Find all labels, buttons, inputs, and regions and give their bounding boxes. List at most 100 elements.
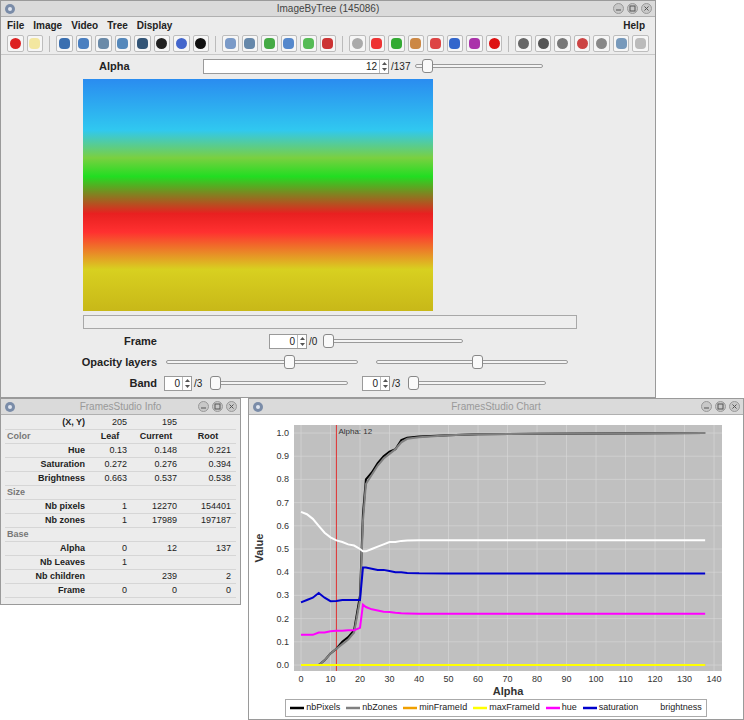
window-menu-icon[interactable]	[4, 401, 16, 413]
slider[interactable]	[166, 355, 358, 369]
toolbar-button[interactable]	[154, 35, 171, 52]
toolbar-button[interactable]	[554, 35, 571, 52]
toolbar-button[interactable]	[574, 35, 591, 52]
slider[interactable]	[415, 59, 543, 73]
spinner-field[interactable]: 0	[269, 334, 307, 349]
toolbar-button[interactable]	[535, 35, 552, 52]
title-bar[interactable]: FramesStudio Info	[1, 399, 240, 415]
toolbar-button[interactable]	[115, 35, 132, 52]
toolbar-button[interactable]	[300, 35, 317, 52]
toolbar-button[interactable]	[242, 35, 259, 52]
slider-thumb[interactable]	[422, 59, 433, 73]
spinner-arrows-icon[interactable]	[379, 60, 388, 73]
maximize-icon[interactable]	[715, 401, 726, 412]
slider-thumb[interactable]	[323, 334, 334, 348]
toolbar-button[interactable]	[515, 35, 532, 52]
slider-thumb[interactable]	[408, 376, 419, 390]
image-view[interactable]	[83, 79, 433, 311]
window-menu-icon[interactable]	[252, 401, 264, 413]
chart-legend: nbPixelsnbZonesminFrameIdmaxFrameIdhuesa…	[285, 699, 707, 717]
band-total: /3	[194, 376, 210, 391]
menu-item[interactable]: Video	[71, 18, 98, 33]
info-row: Nb children2392	[5, 570, 236, 584]
toolbar-button[interactable]	[486, 35, 503, 52]
minimize-icon[interactable]	[613, 3, 624, 14]
info-row: Nb Leaves1	[5, 556, 236, 570]
legend-item: nbZones	[346, 701, 397, 715]
toolbar-button[interactable]	[7, 35, 24, 52]
legend-item: nbPixels	[290, 701, 340, 715]
maximize-icon[interactable]	[212, 401, 223, 412]
info-row: (X, Y)205195	[5, 416, 236, 430]
spinner-arrows-icon[interactable]	[182, 377, 191, 390]
toolbar-button[interactable]	[593, 35, 610, 52]
maximize-icon[interactable]	[627, 3, 638, 14]
close-icon[interactable]	[641, 3, 652, 14]
toolbar-button[interactable]	[193, 35, 210, 52]
toolbar-button[interactable]	[632, 35, 649, 52]
toolbar-button[interactable]	[447, 35, 464, 52]
toolbar-button[interactable]	[56, 35, 73, 52]
series-line	[301, 568, 705, 603]
help-menu[interactable]: Help	[623, 18, 645, 33]
legend-line-icon	[546, 705, 560, 711]
window-menu-icon[interactable]	[4, 3, 16, 15]
toolbar-button[interactable]	[134, 35, 151, 52]
toolbar-button[interactable]	[95, 35, 112, 52]
menu-item[interactable]: Image	[33, 18, 62, 33]
close-icon[interactable]	[226, 401, 237, 412]
tool-icon	[449, 38, 460, 49]
menu-item[interactable]: Display	[137, 18, 173, 33]
tool-icon	[29, 38, 40, 49]
slider[interactable]	[376, 355, 568, 369]
toolbar-button[interactable]	[222, 35, 239, 52]
toolbar-button[interactable]	[388, 35, 405, 52]
spinner-field[interactable]: 0	[164, 376, 192, 391]
y-tick: 0.9	[276, 451, 289, 461]
spinner-field[interactable]: 12	[203, 59, 389, 74]
slider[interactable]	[323, 334, 463, 348]
series-line	[301, 664, 705, 666]
slider[interactable]	[210, 376, 348, 390]
minimize-icon[interactable]	[701, 401, 712, 412]
toolbar-button[interactable]	[173, 35, 190, 52]
toolbar-button[interactable]	[349, 35, 366, 52]
toolbar-button[interactable]	[613, 35, 630, 52]
y-tick: 0.5	[276, 544, 289, 554]
legend-item: maxFrameId	[473, 701, 540, 715]
title-bar[interactable]: FramesStudio Chart	[249, 399, 743, 415]
info-row: Alpha012137	[5, 542, 236, 556]
slider[interactable]	[408, 376, 546, 390]
tool-icon	[410, 38, 421, 49]
tool-icon	[78, 38, 89, 49]
slider-thumb[interactable]	[284, 355, 295, 369]
spinner-arrows-icon[interactable]	[380, 377, 389, 390]
slider-thumb[interactable]	[472, 355, 483, 369]
info-row: Frame000	[5, 584, 236, 598]
tool-icon	[195, 38, 206, 49]
title-bar[interactable]: ImageByTree (145086)	[1, 1, 655, 17]
toolbar-button[interactable]	[281, 35, 298, 52]
spinner-field[interactable]: 0	[362, 376, 390, 391]
menu-item[interactable]: Tree	[107, 18, 128, 33]
info-table: (X, Y)205195ColorLeafCurrentRootHue0.130…	[1, 415, 240, 598]
menu-item[interactable]: File	[7, 18, 24, 33]
toolbar-button[interactable]	[27, 35, 44, 52]
tool-icon	[352, 38, 363, 49]
toolbar-button[interactable]	[369, 35, 386, 52]
spinner-arrows-icon[interactable]	[297, 335, 306, 348]
toolbar-button[interactable]	[320, 35, 337, 52]
slider-thumb[interactable]	[210, 376, 221, 390]
info-row: Nb pixels112270154401	[5, 500, 236, 514]
series-line	[301, 664, 705, 666]
toolbar-button[interactable]	[408, 35, 425, 52]
alpha-marker	[336, 425, 337, 671]
band-control: 0/3	[164, 376, 348, 391]
opacity-row: Opacity layers	[1, 353, 655, 371]
toolbar-button[interactable]	[261, 35, 278, 52]
toolbar-button[interactable]	[427, 35, 444, 52]
close-icon[interactable]	[729, 401, 740, 412]
toolbar-button[interactable]	[76, 35, 93, 52]
toolbar-button[interactable]	[466, 35, 483, 52]
minimize-icon[interactable]	[198, 401, 209, 412]
